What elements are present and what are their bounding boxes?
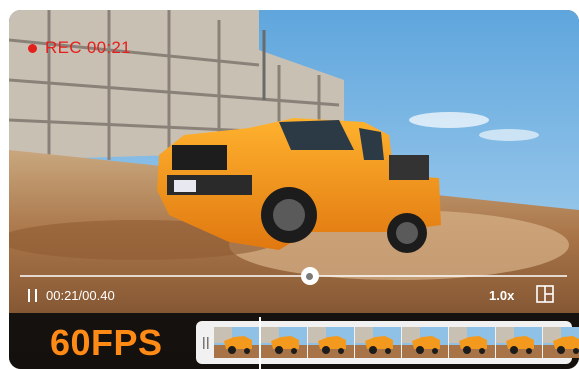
layout-icon[interactable] bbox=[536, 285, 554, 303]
recording-indicator: REC 00:21 bbox=[28, 38, 131, 58]
filmstrip-frame[interactable] bbox=[402, 327, 448, 358]
record-dot-icon bbox=[28, 43, 37, 53]
filmstrip-frames bbox=[214, 327, 579, 358]
filmstrip-frame[interactable] bbox=[496, 327, 542, 358]
timeline-cursor[interactable] bbox=[259, 317, 261, 369]
recording-timer: REC 00:21 bbox=[45, 38, 131, 57]
filmstrip-frame[interactable] bbox=[308, 327, 354, 358]
playback-controls: 00:21/00.40 1.0x bbox=[0, 265, 579, 313]
drag-handle-icon[interactable] bbox=[203, 337, 209, 349]
playback-speed-button[interactable]: 1.0x bbox=[489, 288, 514, 303]
filmstrip-frame[interactable] bbox=[355, 327, 401, 358]
fps-label: 60FPS bbox=[50, 322, 163, 363]
progress-thumb-core bbox=[306, 272, 314, 280]
filmstrip-frame[interactable] bbox=[543, 327, 579, 358]
progress-thumb[interactable] bbox=[300, 267, 319, 285]
pause-icon[interactable] bbox=[27, 289, 39, 302]
filmstrip-frame[interactable] bbox=[214, 327, 260, 358]
filmstrip-frame[interactable] bbox=[261, 327, 307, 358]
filmstrip-frame[interactable] bbox=[449, 327, 495, 358]
playback-time: 00:21/00.40 bbox=[46, 288, 115, 303]
progress-track[interactable] bbox=[20, 275, 567, 277]
